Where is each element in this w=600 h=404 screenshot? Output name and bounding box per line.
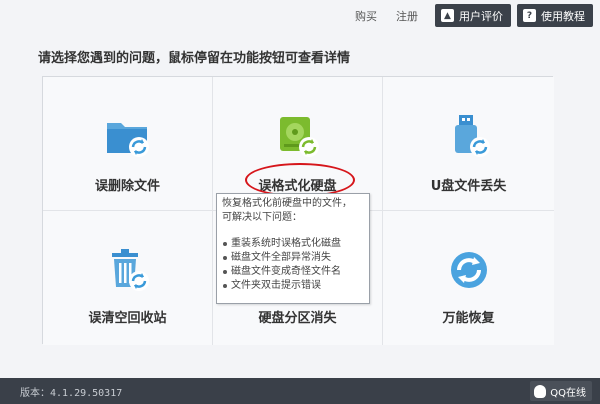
option-label: 误格式化硬盘: [258, 179, 337, 194]
option-label: 硬盘分区消失: [258, 311, 337, 326]
tooltip-intro-line: 恢复格式化前硬盘中的文件，: [222, 198, 352, 209]
version-text: 版本：4.1.29.50317: [20, 388, 123, 399]
buy-link[interactable]: 购买: [355, 8, 377, 24]
qq-online-label: QQ在线: [550, 387, 586, 399]
recycle-bin-recover-icon: [103, 245, 153, 295]
status-bar: 版本：4.1.29.50317 QQ在线: [0, 378, 600, 404]
folder-recover-icon: [103, 111, 153, 161]
tooltip-intro-line: 可解决以下问题：: [222, 212, 302, 223]
tutorial-label: 使用教程: [541, 9, 585, 23]
user-review-label: 用户评价: [459, 9, 503, 23]
universal-recover-icon: [444, 245, 494, 295]
qq-online-button[interactable]: QQ在线: [530, 381, 592, 401]
option-label: U盘文件丢失: [430, 179, 507, 194]
thumbs-up-icon: ▲: [441, 9, 454, 22]
qq-penguin-icon: [534, 384, 547, 398]
tooltip-list-item: 重装系统时误格式化磁盘: [222, 237, 364, 251]
tooltip-list-item: 磁盘文件变成奇怪文件名: [222, 265, 364, 279]
tooltip-list: 重装系统时误格式化磁盘 磁盘文件全部异常消失 磁盘文件变成奇怪文件名 文件夹双击…: [222, 237, 364, 293]
tooltip-list-item: 磁盘文件全部异常消失: [222, 251, 364, 265]
option-emptied-recycle-bin[interactable]: 误清空回收站: [43, 211, 213, 345]
tooltip-list-item: 文件夹双击提示错误: [222, 279, 364, 293]
usb-drive-recover-icon: [444, 111, 494, 161]
instruction-text: 请选择您遇到的问题，鼠标停留在功能按钮可查看详情: [38, 51, 351, 66]
top-bar: 购买 注册 ▲ 用户评价 ? 使用教程: [0, 0, 600, 32]
feature-tooltip: 恢复格式化前硬盘中的文件， 可解决以下问题： 重装系统时误格式化磁盘 磁盘文件全…: [216, 193, 370, 304]
option-deleted-files[interactable]: 误删除文件: [43, 77, 213, 211]
option-label: 万能恢复: [442, 311, 495, 326]
user-review-button[interactable]: ▲ 用户评价: [435, 4, 511, 27]
help-icon: ?: [523, 9, 536, 22]
hard-drive-recover-icon: [273, 111, 323, 161]
tutorial-button[interactable]: ? 使用教程: [517, 4, 593, 27]
option-usb-files-lost[interactable]: U盘文件丢失: [383, 77, 554, 211]
option-universal-recovery[interactable]: 万能恢复: [383, 211, 554, 345]
option-formatted-disk[interactable]: 误格式化硬盘: [213, 77, 383, 211]
option-label: 误删除文件: [94, 179, 160, 194]
option-label: 误清空回收站: [88, 311, 167, 326]
register-link[interactable]: 注册: [396, 8, 418, 24]
